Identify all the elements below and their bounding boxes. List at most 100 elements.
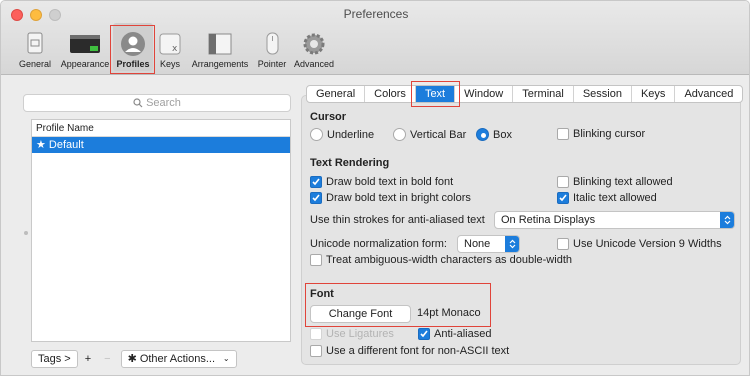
toolbar-appearance[interactable]: Appearance (57, 23, 113, 71)
gear-icon: ✱ (127, 353, 137, 365)
unicode-norm-select[interactable]: None (457, 235, 520, 253)
unicode-norm-label: Unicode normalization form: (310, 238, 447, 250)
remove-profile-button[interactable]: − (98, 350, 116, 368)
chevron-down-icon: ⌄ (222, 354, 230, 363)
toolbar-label-advanced: Advanced (293, 59, 335, 69)
cursor-vertical-bar-option[interactable]: Vertical Bar (393, 128, 466, 141)
radio-button[interactable] (393, 128, 406, 141)
checkbox[interactable] (310, 328, 322, 340)
window-title: Preferences (343, 7, 409, 21)
checkbox[interactable] (557, 192, 569, 204)
unicode-norm-value: None (464, 238, 491, 250)
unicode-v9-option[interactable]: Use Unicode Version 9 Widths (557, 238, 722, 250)
tab-advanced[interactable]: Advanced (675, 86, 742, 102)
bold-font-label: Draw bold text in bold font (326, 176, 454, 188)
thin-strokes-label: Use thin strokes for anti-aliased text (310, 214, 485, 226)
bold-bright-option[interactable]: Draw bold text in bright colors (310, 192, 471, 204)
checkmark-icon (312, 178, 320, 186)
change-font-button[interactable]: Change Font (310, 305, 411, 323)
toolbar-advanced[interactable]: Advanced (291, 23, 337, 71)
cursor-box-label: Box (493, 128, 512, 141)
toolbar-label-pointer: Pointer (257, 59, 287, 69)
tab-window[interactable]: Window (455, 86, 514, 102)
blinking-text-option[interactable]: Blinking text allowed (557, 176, 673, 188)
unicode-v9-label: Use Unicode Version 9 Widths (573, 238, 722, 250)
add-profile-button[interactable]: + (82, 350, 94, 368)
tab-colors[interactable]: Colors (365, 86, 416, 102)
search-placeholder: Search (146, 97, 181, 109)
tab-session[interactable]: Session (574, 86, 632, 102)
profile-list: Profile Name ★ Default (31, 119, 291, 342)
checkbox[interactable] (557, 128, 569, 140)
current-font-label: 14pt Monaco (417, 307, 481, 319)
checkbox[interactable] (418, 328, 430, 340)
profile-tabs: General Colors Text Window Terminal Sess… (306, 81, 744, 107)
select-stepper-icon (720, 212, 734, 228)
tab-terminal[interactable]: Terminal (513, 86, 574, 102)
keys-icon: x (159, 33, 181, 55)
search-icon (133, 98, 143, 108)
toolbar-arrangements[interactable]: Arrangements (187, 23, 253, 71)
toolbar-label-appearance: Appearance (60, 59, 110, 69)
thin-strokes-value: On Retina Displays (501, 214, 596, 226)
bold-font-option[interactable]: Draw bold text in bold font (310, 176, 453, 188)
search-input[interactable]: Search (23, 94, 291, 112)
ligatures-option[interactable]: Use Ligatures (310, 328, 394, 340)
sidebar-bottom-bar: Tags > + − ✱ Other Actions... ⌄ (31, 349, 241, 369)
other-actions-label: Other Actions... (139, 353, 216, 365)
tab-text[interactable]: Text (410, 81, 461, 107)
checkmark-icon (420, 330, 428, 338)
tab-general[interactable]: General (307, 86, 366, 102)
cursor-box-option[interactable]: Box (476, 128, 512, 141)
pointer-icon (266, 32, 279, 55)
general-icon (27, 32, 43, 54)
font-section-title: Font (310, 288, 334, 300)
appearance-icon (70, 35, 100, 53)
non-ascii-font-label: Use a different font for non-ASCII text (326, 345, 510, 357)
toolbar-label-arrangements: Arrangements (191, 59, 249, 69)
anti-aliased-option[interactable]: Anti-aliased (418, 328, 491, 340)
cursor-section-title: Cursor (310, 111, 347, 123)
checkbox[interactable] (310, 176, 322, 188)
profile-row-default[interactable]: ★ Default (32, 137, 290, 153)
cursor-underline-option[interactable]: Underline (310, 128, 374, 141)
preferences-window: Preferences General Appearance Profiles … (0, 0, 750, 376)
svg-text:x: x (172, 44, 178, 54)
checkbox[interactable] (557, 176, 569, 188)
tab-keys[interactable]: Keys (632, 86, 676, 102)
checkbox[interactable] (310, 254, 322, 266)
italic-text-label: Italic text allowed (573, 192, 657, 204)
blinking-text-label: Blinking text allowed (573, 176, 673, 188)
non-ascii-font-option[interactable]: Use a different font for non-ASCII text (310, 345, 509, 357)
toolbar-general[interactable]: General (15, 23, 55, 71)
radio-button[interactable] (476, 128, 489, 141)
profiles-highlight-box (110, 25, 155, 74)
tags-button[interactable]: Tags > (31, 350, 78, 368)
blinking-cursor-label: Blinking cursor (573, 128, 646, 140)
toolbar-label-general: General (18, 59, 52, 69)
checkbox[interactable] (557, 238, 569, 250)
thin-strokes-select[interactable]: On Retina Displays (494, 211, 735, 229)
toolbar-keys[interactable]: x Keys (155, 23, 185, 71)
checkmark-icon (312, 194, 320, 202)
splitter-handle[interactable] (24, 231, 28, 235)
toolbar-pointer[interactable]: Pointer (255, 23, 289, 71)
ligatures-label: Use Ligatures (326, 328, 394, 340)
ambiguous-width-label: Treat ambiguous-width characters as doub… (326, 254, 572, 266)
profile-name-header: Profile Name (32, 120, 290, 137)
checkbox[interactable] (310, 345, 322, 357)
arrangements-icon (208, 33, 232, 55)
anti-aliased-label: Anti-aliased (434, 328, 492, 340)
gear-icon (303, 33, 325, 55)
select-stepper-icon (505, 236, 519, 252)
checkbox[interactable] (310, 192, 322, 204)
italic-text-option[interactable]: Italic text allowed (557, 192, 657, 204)
blinking-cursor-option[interactable]: Blinking cursor (557, 128, 645, 140)
bold-bright-label: Draw bold text in bright colors (326, 192, 471, 204)
toolbar-label-keys: Keys (159, 59, 180, 69)
ambiguous-width-option[interactable]: Treat ambiguous-width characters as doub… (310, 254, 572, 266)
cursor-vertical-bar-label: Vertical Bar (410, 128, 467, 141)
radio-button[interactable] (310, 128, 323, 141)
other-actions-dropdown[interactable]: ✱ Other Actions... ⌄ (120, 350, 237, 368)
toolbar: Preferences General Appearance Profiles … (1, 1, 749, 75)
